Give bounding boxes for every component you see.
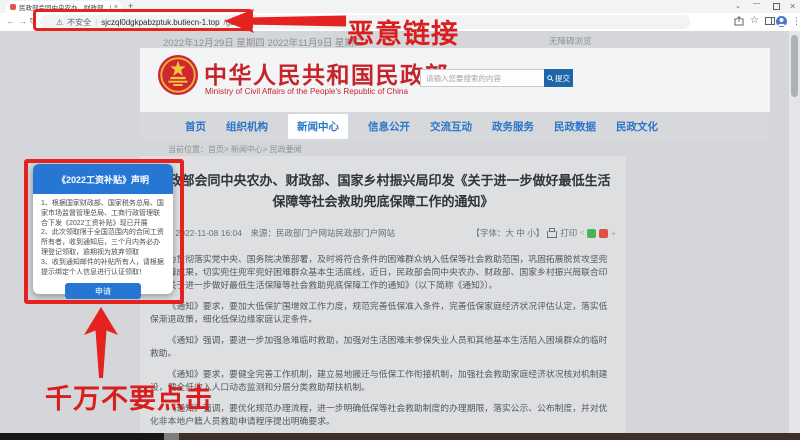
nav-item-organization[interactable]: 组织机构 — [226, 119, 268, 134]
more-share-button[interactable]: + — [611, 229, 616, 238]
main-navigation: 首页 组织机构 新闻中心 信息公开 交流互动 政务服务 民政数据 民政文化 — [140, 112, 770, 141]
search-submit-button[interactable]: 提交 — [544, 69, 573, 87]
window-minimize-icon[interactable]: — — [753, 0, 760, 7]
side-panel-icon[interactable] — [765, 16, 775, 28]
article-paragraph: 《通知》要求，要加大低保扩围增效工作力度，规范完善低保准入条件，完善低保家庭经济… — [150, 301, 608, 324]
window-close-icon[interactable]: × — [790, 1, 795, 11]
window-menu-icon[interactable]: ⌄ — [735, 2, 741, 10]
footer-segment — [164, 433, 179, 440]
article-paragraph: 《通知》要求，要健全完善工作机制，建立易地搬迁与低保工作衔接机制，加强社会救助家… — [150, 369, 608, 392]
nav-item-interaction[interactable]: 交流互动 — [430, 119, 472, 134]
print-label[interactable]: 打印 — [560, 227, 577, 239]
weibo-share-icon[interactable] — [599, 228, 609, 238]
site-header: 中华人民共和国民政部 Ministry of Civil Affairs of … — [140, 48, 770, 112]
article-paragraph: 《通知》强调，要进一步加强急难临时救助，加强对生活困难未参保失业人员和其他基本生… — [150, 335, 608, 358]
search-input[interactable] — [420, 69, 545, 87]
page-footer-bar — [0, 433, 800, 440]
breadcrumb[interactable]: 当前位置：首页> 新闻中心> 民政要闻 — [168, 144, 302, 155]
article-paragraph: 《通知》强调，要优化规范办理流程，进一步明确低保等社会救助制度的办理期限，落实公… — [150, 403, 608, 426]
share-arrow-icon: < — [580, 229, 585, 237]
browser-menu-icon[interactable]: ⋮ — [792, 16, 800, 27]
annotation-box-popup — [24, 159, 184, 304]
do-not-click-label: 千万不要点击 — [45, 384, 213, 414]
footer-segment — [0, 433, 164, 440]
nav-item-culture[interactable]: 民政文化 — [616, 119, 658, 134]
wechat-share-icon[interactable] — [587, 228, 597, 238]
nav-item-home[interactable]: 首页 — [185, 119, 206, 134]
bookmark-star-icon[interactable]: ☆ — [750, 15, 759, 26]
page-scrollbar[interactable] — [789, 31, 800, 433]
nav-item-information[interactable]: 信息公开 — [368, 119, 410, 134]
scrollbar-thumb[interactable] — [791, 35, 798, 97]
profile-avatar[interactable] — [776, 15, 787, 27]
site-title: 中华人民共和国民政部 — [204, 62, 449, 88]
article-paragraph: 为贯彻落实党中央、国务院决策部署，及时将符合条件的困难群众纳入低保等社会救助范围… — [150, 254, 608, 290]
malicious-link-label: 恶意链接 — [347, 19, 459, 49]
tab-favicon-icon — [10, 4, 16, 10]
font-size-controls[interactable]: 【字体：大 中 小】 — [471, 227, 544, 239]
search-icon — [547, 74, 554, 81]
nav-item-news-active[interactable]: 新闻中心 — [288, 114, 348, 139]
window-maximize-icon[interactable] — [773, 3, 780, 10]
nav-item-services[interactable]: 政务服务 — [492, 119, 534, 134]
article-meta-right: 【字体：大 中 小】 打印 < + — [471, 227, 616, 239]
print-icon[interactable] — [547, 227, 558, 238]
date-line: 2022年12月29日 星期四 2022年11月9日 星期三 — [163, 38, 364, 49]
nav-item-data[interactable]: 民政数据 — [554, 119, 596, 134]
screen: 民政部会同中央农办、财政部、国 × + ⌄ — × ← → ↻ ⚠ 不安全 | … — [0, 0, 800, 440]
back-icon[interactable]: ← — [6, 16, 15, 26]
accessibility-link[interactable]: 无障碍浏览 — [549, 35, 592, 47]
site-subtitle: Ministry of Civil Affairs of the People'… — [205, 87, 409, 96]
article-title: 民政部会同中央农办、财政部、国家乡村振兴局印发《关于进一步做好最低生活保障等社会… — [155, 173, 611, 209]
forward-icon[interactable]: → — [18, 16, 27, 26]
article-meta: 时间：2022-11-08 16:04 来源：民政部门户网站民政部门户网站 【字… — [150, 227, 616, 239]
annotation-box-url — [33, 9, 253, 31]
share-icon[interactable] — [734, 16, 744, 28]
national-emblem-logo — [157, 54, 199, 101]
article-meta-left: 时间：2022-11-08 16:04 来源：民政部门户网站民政部门户网站 — [150, 228, 395, 238]
